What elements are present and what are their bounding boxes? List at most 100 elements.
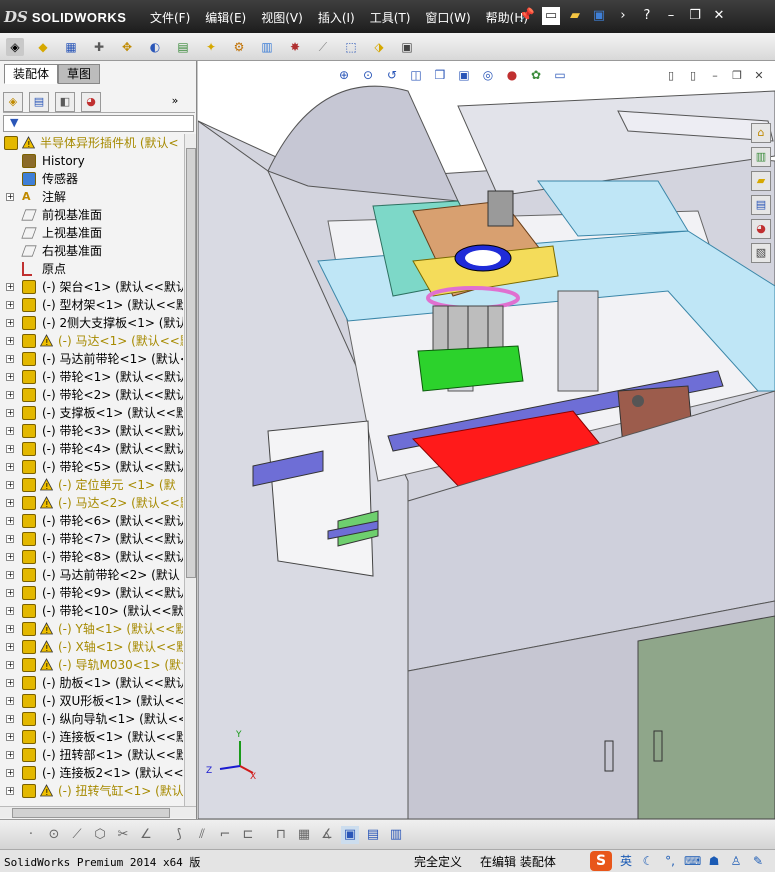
restore-window-icon[interactable]: ❐ (686, 7, 704, 25)
line-icon[interactable]: ⟋ (68, 826, 86, 844)
tree-item[interactable]: + (-) 带轮<1> (默认<<默认 (0, 368, 183, 386)
tree-item[interactable]: + (-) 扭转部<1> (默认<<默 (0, 746, 183, 764)
expand-toggle-icon[interactable]: + (6, 733, 14, 741)
expand-toggle-icon[interactable]: + (6, 355, 14, 363)
smart-fasteners-icon[interactable]: ✚ (90, 38, 108, 56)
doc-close-icon[interactable]: ✕ (751, 69, 767, 83)
scrollbar-thumb[interactable] (12, 808, 170, 818)
menu-item[interactable]: 插入(I) (318, 9, 355, 26)
insert-component-icon[interactable]: ◈ (6, 37, 24, 56)
tree-vertical-scrollbar[interactable] (184, 134, 196, 806)
tree-item[interactable]: 上视基准面 (0, 224, 183, 242)
display-style-icon[interactable]: ▣ (456, 67, 472, 83)
tree-item[interactable]: + (-) 带轮<5> (默认<<默认 (0, 458, 183, 476)
expand-toggle-icon[interactable]: + (6, 445, 14, 453)
shaded-sketch-icon[interactable]: ▣ (341, 825, 359, 844)
wrench-icon[interactable]: ✎ (750, 852, 766, 870)
expand-toggle-icon[interactable]: + (6, 643, 14, 651)
file-explorer-icon[interactable]: ▰ (751, 171, 771, 191)
expand-toggle-icon[interactable]: + (6, 499, 14, 507)
expand-toggle-icon[interactable]: + (6, 679, 14, 687)
expand-toggle-icon[interactable]: + (6, 409, 14, 417)
moon-icon[interactable]: ☾ (640, 852, 656, 870)
bill-of-materials-icon[interactable]: ▥ (258, 38, 276, 56)
tree-item[interactable]: + (-) 2侧大支撑板<1> (默认 (0, 314, 183, 332)
ime-logo-icon[interactable]: S (590, 851, 612, 871)
expand-toggle-icon[interactable]: + (6, 715, 14, 723)
expand-toggle-icon[interactable]: + (6, 589, 14, 597)
feature-manager-icon[interactable]: ◈ (3, 91, 23, 112)
tab-assembly[interactable]: 装配体 (4, 64, 59, 84)
solidworks-resources-icon[interactable]: ⌂ (751, 123, 771, 143)
hide-show-items-icon[interactable]: ◎ (480, 67, 496, 83)
show-hidden-icon[interactable]: ◐ (146, 38, 164, 56)
tree-item[interactable]: + (-) 马达前带轮<1> (默认< (0, 350, 183, 368)
menu-item[interactable]: 工具(T) (370, 9, 411, 26)
keyboard-icon[interactable]: ⌨ (684, 852, 701, 870)
solidworks-logo[interactable]: DS SOLIDWORKS (4, 4, 132, 30)
new-motion-study-icon[interactable]: ⚙ (230, 38, 248, 56)
section-view-icon[interactable]: ◫ (408, 67, 424, 83)
tree-item[interactable]: +! (-) X轴<1> (默认<<默 (0, 638, 183, 656)
design-library-icon[interactable]: ▥ (751, 147, 771, 167)
expand-toggle-icon[interactable]: + (6, 751, 14, 759)
menu-item[interactable]: 编辑(E) (205, 9, 246, 26)
reference-geometry-icon[interactable]: ✦ (202, 38, 220, 56)
explode-line-sketch-icon[interactable]: ⟋ (314, 38, 332, 56)
angle-icon[interactable]: ∡ (318, 826, 336, 844)
tree-item[interactable]: + (-) 型材架<1> (默认<<默 (0, 296, 183, 314)
tree-item[interactable]: ! 半导体异形插件机 (默认< (0, 134, 183, 152)
expand-toggle-icon[interactable]: + (6, 553, 14, 561)
tile-horizontal-icon[interactable]: ▯ (663, 69, 679, 83)
menu-item[interactable]: 视图(V) (261, 9, 303, 26)
point-icon[interactable]: · (22, 826, 40, 844)
tree-item[interactable]: 右视基准面 (0, 242, 183, 260)
tree-item[interactable]: 前视基准面 (0, 206, 183, 224)
expand-toggle-icon[interactable]: + (6, 373, 14, 381)
expand-toggle-icon[interactable]: + (6, 517, 14, 525)
polygon-icon[interactable]: ⬡ (91, 826, 109, 844)
exploded-view-icon[interactable]: ✸ (286, 38, 304, 56)
linear-pattern-icon[interactable]: ▦ (62, 38, 80, 56)
tree-item[interactable]: + (-) 带轮<9> (默认<<默认 (0, 584, 183, 602)
mate-icon[interactable]: ◆ (34, 38, 52, 56)
expand-toggle-icon[interactable]: + (6, 787, 14, 795)
circle-icon[interactable]: ⊙ (45, 826, 63, 844)
expand-toggle-icon[interactable]: + (6, 481, 14, 489)
tree-item[interactable]: 传感器 (0, 170, 183, 188)
save-icon[interactable]: ▣ (590, 7, 608, 25)
expand-toggle-icon[interactable]: + (6, 661, 14, 669)
pin-icon[interactable]: 📌 (518, 7, 536, 25)
edit-appearance-icon[interactable]: ● (504, 67, 520, 83)
configuration-manager-icon[interactable]: ◧ (55, 91, 75, 112)
overflow-arrow-icon[interactable]: › (614, 7, 632, 25)
tree-item[interactable]: +! (-) 扭转气缸<1> (默认 (0, 782, 183, 800)
expand-toggle-icon[interactable]: + (6, 391, 14, 399)
custom-properties-icon[interactable]: ▧ (751, 243, 771, 263)
tile-vertical-icon[interactable]: ▯ (685, 69, 701, 83)
ime-language-toggle[interactable]: 英 (618, 852, 634, 870)
expand-toggle-icon[interactable]: + (6, 463, 14, 471)
user-icon[interactable]: ☗ (706, 852, 722, 870)
tree-item[interactable]: +! (-) 马达<1> (默认<<默 (0, 332, 183, 350)
display-manager-icon[interactable]: ◕ (81, 91, 101, 112)
tree-item[interactable]: + (-) 带轮<6> (默认<<默认 (0, 512, 183, 530)
expand-toggle-icon[interactable]: + (6, 337, 14, 345)
expand-toggle-icon[interactable]: + (6, 193, 14, 201)
tree-item[interactable]: + (-) 带轮<8> (默认<<默认 (0, 548, 183, 566)
appearances-scenes-icon[interactable]: ◕ (751, 219, 771, 239)
minimize-window-icon[interactable]: – (662, 7, 680, 25)
tree-item[interactable]: + (-) 带轮<2> (默认<<默认 (0, 386, 183, 404)
dimension-icon[interactable]: ⊓ (272, 826, 290, 844)
tree-item[interactable]: + (-) 带轮<3> (默认<<默认 (0, 422, 183, 440)
tab-sketch[interactable]: 草图 (58, 64, 101, 84)
expand-toggle-icon[interactable]: + (6, 607, 14, 615)
tree-item[interactable]: + (-) 带轮<4> (默认<<默认 (0, 440, 183, 458)
tree-item[interactable]: History (0, 152, 183, 170)
previous-view-icon[interactable]: ↺ (384, 67, 400, 83)
tree-item[interactable]: + A 注解 (0, 188, 183, 206)
tree-item[interactable]: +! (-) 马达<2> (默认<<默 (0, 494, 183, 512)
tree-item[interactable]: + (-) 带轮<10> (默认<<默 (0, 602, 183, 620)
expand-toggle-icon[interactable]: + (6, 697, 14, 705)
tree-item[interactable]: + (-) 支撑板<1> (默认<<默 (0, 404, 183, 422)
